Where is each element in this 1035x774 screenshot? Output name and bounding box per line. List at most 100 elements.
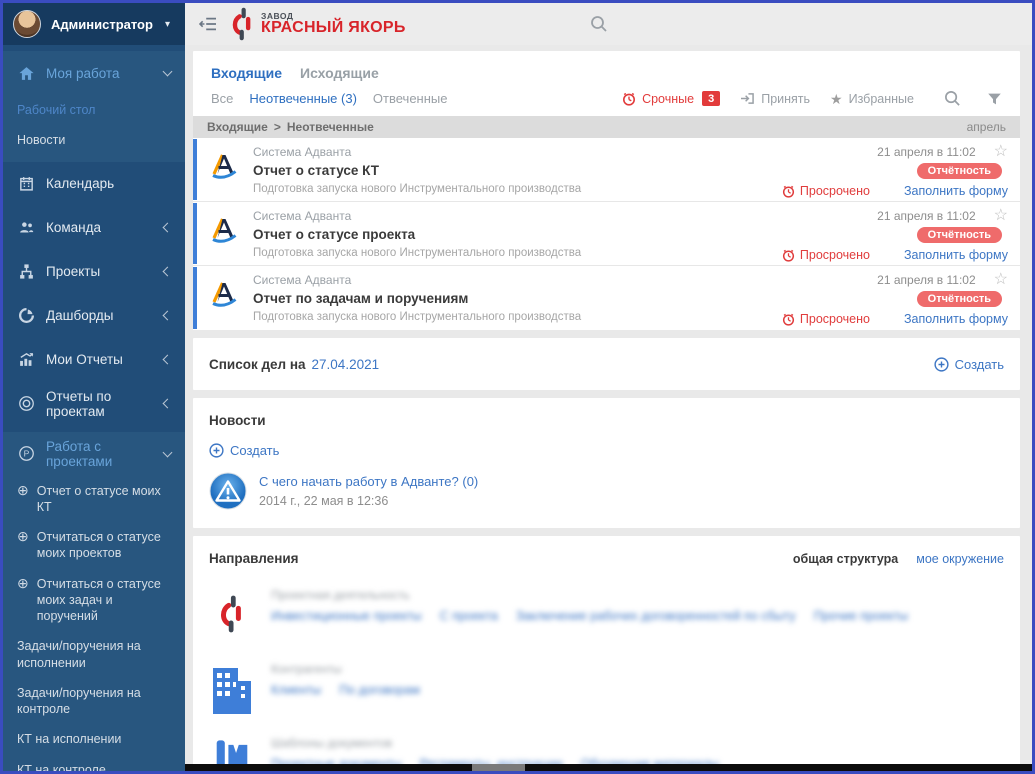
filter-all[interactable]: Все (211, 91, 233, 106)
todo-date-link[interactable]: 27.04.2021 (312, 357, 380, 372)
toggle-my-environment[interactable]: мое окружение (916, 552, 1004, 566)
announcement-icon (209, 472, 247, 510)
fill-form-link[interactable]: Заполнить форму (904, 184, 1008, 198)
sidebar-item-kt-status-report[interactable]: ⊕ Отчет о статусе моих КТ (3, 476, 185, 523)
company-logo[interactable]: ЗАВОД КРАСНЫЙ ЯКОРЬ (231, 7, 406, 41)
filter-unanswered[interactable]: Неотвеченные (3) (249, 91, 357, 106)
alarm-clock-icon (782, 185, 794, 198)
direction-link[interactable]: Клиенты (271, 683, 321, 697)
overdue-status: Просрочено (782, 312, 870, 326)
sidebar-item-team[interactable]: Команда (3, 206, 185, 250)
month-label: апрель (966, 120, 1006, 134)
message-project: Подготовка запуска нового Инструментальн… (253, 311, 582, 323)
message-sender: Система Адванта (253, 209, 352, 223)
sidebar-item-projects-status-report[interactable]: ⊕ Отчитаться о статусе моих проектов (3, 522, 185, 569)
sidebar-item-dashboards[interactable]: Дашборды (3, 294, 185, 338)
direction-link[interactable]: Инвестиционные проекты (271, 609, 422, 623)
news-item[interactable]: С чего начать работу в Адванте? (0) 2014… (209, 472, 1004, 510)
sidebar-item-tasks-on-control[interactable]: Задачи/поручения на контроле (3, 678, 185, 725)
sidebar-section-my-work: Моя работа Рабочий стол Новости (3, 51, 185, 162)
collapse-sidebar-icon[interactable] (199, 16, 217, 32)
message-title[interactable]: Отчет по задачам и поручениям (253, 291, 581, 306)
inbox-tabs: Входящие Исходящие (193, 61, 1020, 83)
star-icon[interactable]: ☆ (994, 144, 1008, 160)
plus-circle-icon: ⊕ (17, 574, 29, 591)
sidebar-nav: Моя работа Рабочий стол Новости Календар… (3, 45, 185, 771)
news-card: Новости Создать С чего начать работу в А… (193, 398, 1020, 528)
sidebar-item-kt-on-control[interactable]: КТ на контроле (3, 755, 185, 772)
message-date: 21 апреля в 11:02 (877, 273, 976, 287)
message-project: Подготовка запуска нового Инструментальн… (253, 183, 582, 195)
project-work-icon: P (17, 445, 35, 463)
user-name: Администратор (51, 16, 153, 32)
accept-button[interactable]: Принять (740, 92, 810, 106)
chevron-down-icon (162, 447, 173, 457)
message-row[interactable]: Система Адванта Отчет о статусе проекта … (193, 202, 1020, 266)
user-avatar[interactable] (13, 10, 41, 38)
inbox-card: Входящие Исходящие Все Неотвеченные (3) … (193, 51, 1020, 330)
building-icon (209, 662, 255, 714)
message-project: Подготовка запуска нового Инструментальн… (253, 247, 582, 259)
news-item-link[interactable]: С чего начать работу в Адванте? (0) (259, 474, 478, 489)
sidebar-item-calendar[interactable]: Календарь (3, 162, 185, 206)
tab-incoming[interactable]: Входящие (211, 65, 282, 81)
direction-links-blurred: Клиенты По договорам (271, 683, 420, 697)
sidebar-item-project-reports[interactable]: Отчеты по проектам (3, 382, 185, 426)
sidebar-item-tasks-in-progress[interactable]: Задачи/поручения на исполнении (3, 631, 185, 678)
user-menu[interactable]: Администратор ▾ (3, 3, 185, 45)
message-row[interactable]: Система Адванта Отчет по задачам и поруч… (193, 266, 1020, 330)
sidebar-item-project-work[interactable]: P Работа с проектами (3, 432, 185, 476)
direction-row: Проектная деятельность Инвестиционные пр… (209, 588, 1004, 640)
horizontal-scrollbar[interactable] (185, 764, 1032, 771)
sidebar-item-my-reports[interactable]: Мои Отчеты (3, 338, 185, 382)
global-search-icon[interactable] (590, 15, 608, 33)
top-header: ЗАВОД КРАСНЫЙ ЯКОРЬ (185, 3, 1032, 45)
sidebar-item-projects[interactable]: Проекты (3, 250, 185, 294)
favorites-button[interactable]: ★ Избранные (830, 92, 914, 106)
alarm-clock-icon (782, 249, 794, 262)
urgent-filter-button[interactable]: Срочные 3 (622, 91, 721, 106)
fill-form-link[interactable]: Заполнить форму (904, 312, 1008, 326)
message-row[interactable]: Система Адванта Отчет о статусе КТ Подго… (193, 138, 1020, 202)
direction-link[interactable]: С проекта (440, 609, 498, 623)
star-icon[interactable]: ☆ (994, 208, 1008, 224)
home-icon (17, 64, 35, 82)
sidebar-item-kt-in-progress[interactable]: КТ на исполнении (3, 724, 185, 754)
advanta-system-avatar (212, 282, 237, 307)
message-sender: Система Адванта (253, 273, 352, 287)
sidebar-item-tasks-status-report[interactable]: ⊕ Отчитаться о статусе моих задач и пору… (3, 569, 185, 632)
fill-form-link[interactable]: Заполнить форму (904, 248, 1008, 262)
chevron-down-icon (162, 66, 173, 77)
direction-link[interactable]: По договорам (339, 683, 420, 697)
project-reports-icon (17, 395, 35, 413)
direction-row: Контрагенты Клиенты По договорам (209, 662, 1004, 714)
chevron-left-icon (162, 354, 173, 365)
advanta-system-avatar (212, 218, 237, 243)
toggle-general-structure[interactable]: общая структура (793, 552, 898, 566)
scrollbar-thumb[interactable] (472, 764, 525, 771)
chevron-left-icon (162, 310, 173, 321)
message-title[interactable]: Отчет о статусе КТ (253, 163, 581, 178)
star-icon[interactable]: ☆ (994, 272, 1008, 288)
sidebar-section-project-work: P Работа с проектами ⊕ Отчет о статусе м… (3, 431, 185, 772)
filter-funnel-icon[interactable] (987, 92, 1002, 106)
create-news-button[interactable]: Создать (209, 443, 279, 458)
accept-icon (741, 93, 755, 104)
calendar-icon (17, 175, 35, 193)
svg-text:P: P (23, 449, 29, 459)
tab-outgoing[interactable]: Исходящие (300, 65, 379, 81)
inbox-search-icon[interactable] (944, 90, 961, 107)
urgent-count-badge: 3 (702, 91, 721, 106)
sidebar-item-desktop[interactable]: Рабочий стол (3, 95, 185, 125)
inbox-filters: Все Неотвеченные (3) Отвеченные Срочные … (193, 83, 1020, 116)
team-icon (17, 219, 35, 237)
brand-name-label: КРАСНЫЙ ЯКОРЬ (261, 19, 406, 37)
message-title[interactable]: Отчет о статусе проекта (253, 227, 581, 242)
sidebar-item-news[interactable]: Новости (3, 125, 185, 155)
message-tag-badge: Отчётность (916, 227, 1002, 243)
direction-link[interactable]: Прочие проекты (814, 609, 908, 623)
direction-link[interactable]: Заключение рабочих договоренностей по сб… (516, 609, 796, 623)
create-todo-button[interactable]: Создать (934, 357, 1004, 372)
sidebar-item-my-work[interactable]: Моя работа (3, 51, 185, 95)
filter-answered[interactable]: Отвеченные (373, 91, 448, 106)
